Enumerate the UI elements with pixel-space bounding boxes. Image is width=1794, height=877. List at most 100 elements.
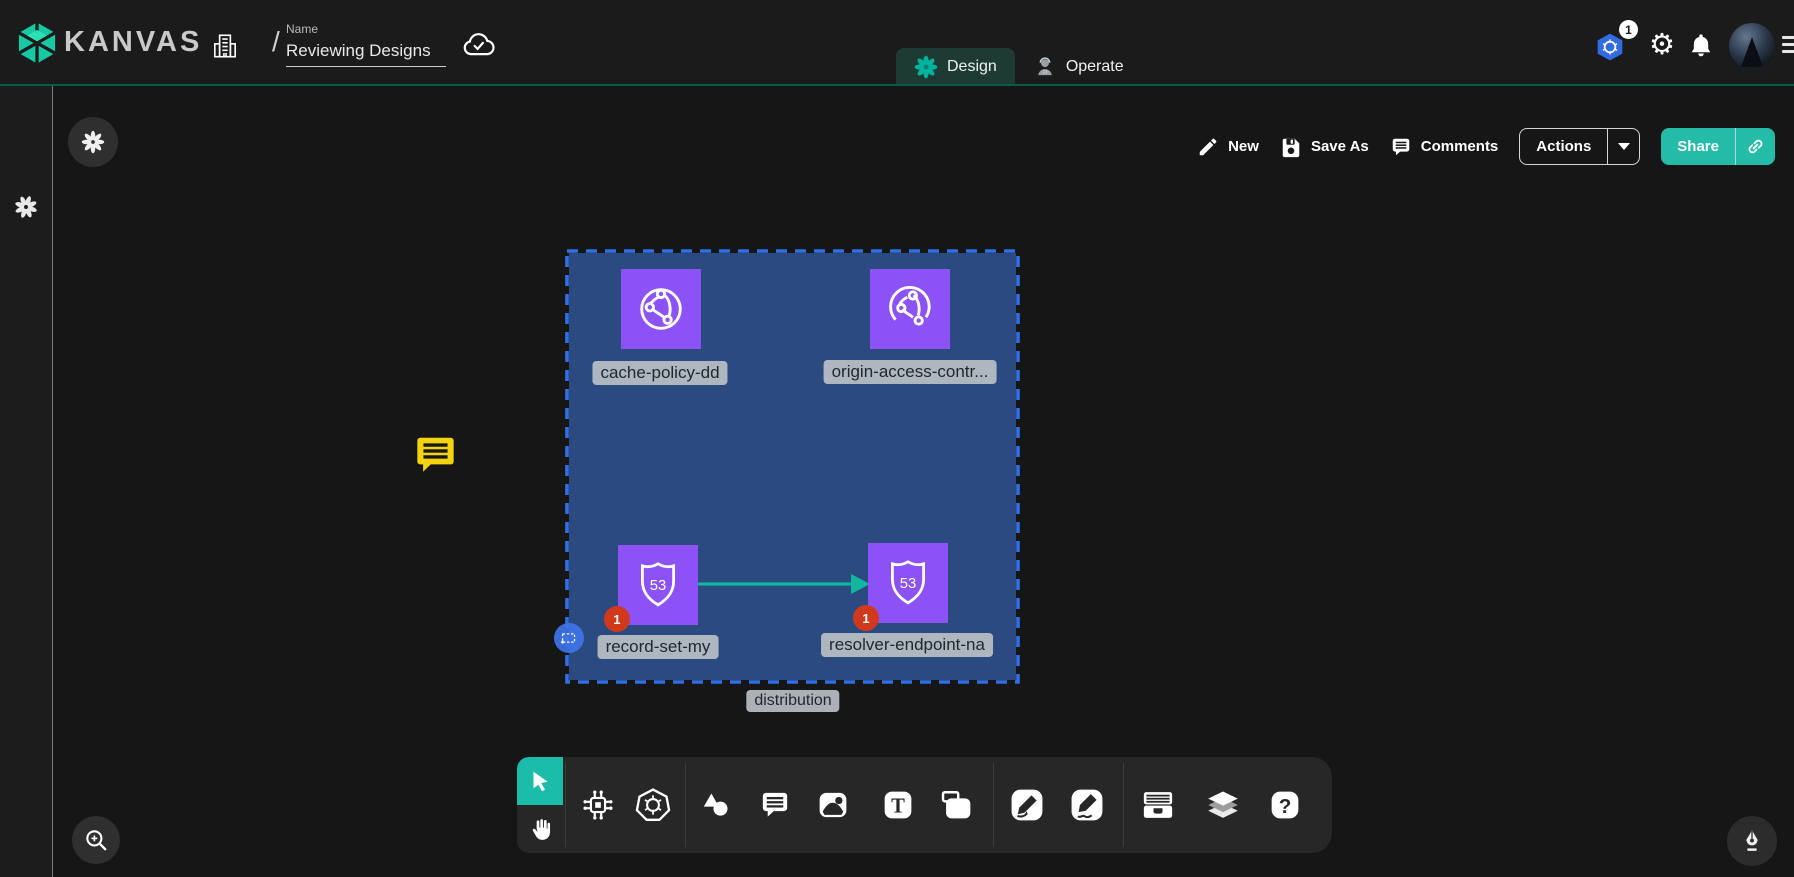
- header-accent-line: [0, 84, 1794, 86]
- dock-divider: [565, 763, 566, 847]
- svg-text:53: 53: [900, 576, 917, 592]
- marquee-select-icon: [558, 627, 580, 649]
- tool-kubernetes[interactable]: [633, 785, 673, 825]
- toolbox-button[interactable]: [68, 117, 118, 167]
- node-label-origin-access[interactable]: origin-access-contr...: [824, 360, 997, 384]
- error-badge-resolver-endpoint[interactable]: 1: [853, 605, 879, 631]
- notifications-bell-icon[interactable]: [1686, 31, 1716, 61]
- cursor-arrow-icon: [527, 768, 553, 794]
- pencil-scribble-icon: [1069, 787, 1105, 823]
- comment-bubble-icon: [1390, 136, 1412, 158]
- drawer-archive-icon: [1140, 787, 1176, 823]
- question-mark-icon: ?: [1268, 788, 1302, 822]
- image-icon: [816, 788, 850, 822]
- route53-shield-icon: 53: [632, 559, 684, 611]
- actions-split-button[interactable]: Actions: [1519, 128, 1640, 165]
- kanvas-app: KANVAS / Name: [0, 0, 1794, 877]
- node-record-set[interactable]: 53: [618, 545, 698, 625]
- design-name-field: Name: [286, 22, 448, 67]
- dock-divider: [993, 763, 994, 847]
- text-icon: T: [881, 788, 915, 822]
- new-label: New: [1228, 138, 1259, 155]
- mode-tabs: Design Operate: [896, 48, 1142, 86]
- tool-drawer[interactable]: [1138, 785, 1178, 825]
- comment-bubble-icon: [758, 788, 792, 822]
- actions-button[interactable]: Actions: [1520, 129, 1607, 164]
- tool-freehand-pencil[interactable]: [1067, 785, 1107, 825]
- canvas-action-bar: New Save As Comments Actions Sh: [1197, 128, 1775, 165]
- node-origin-access-control[interactable]: [870, 269, 950, 349]
- kubernetes-context-icon[interactable]: [1595, 32, 1625, 62]
- left-sidebar: [0, 86, 53, 877]
- tool-components[interactable]: [578, 785, 618, 825]
- tab-operate[interactable]: Operate: [1015, 48, 1142, 86]
- cloudfront-globe-icon: [634, 282, 688, 336]
- app-header: KANVAS / Name: [0, 0, 1794, 86]
- save-as-label: Save As: [1311, 138, 1369, 155]
- shapes-icon: [698, 788, 732, 822]
- tool-help[interactable]: ?: [1265, 785, 1305, 825]
- meshery-spiral-icon[interactable]: [13, 194, 39, 220]
- edge-record-set-to-resolver[interactable]: [697, 569, 872, 599]
- svg-text:T: T: [891, 796, 905, 818]
- cloud-saved-icon: [460, 28, 498, 60]
- save-as-button[interactable]: Save As: [1280, 136, 1369, 158]
- whiteboard-pen-button[interactable]: [1727, 816, 1777, 866]
- tool-text[interactable]: T: [878, 785, 918, 825]
- copy-link-button[interactable]: [1735, 128, 1775, 165]
- node-resolver-endpoint[interactable]: 53: [868, 543, 948, 623]
- organization-icon[interactable]: [210, 31, 240, 61]
- group-label-distribution[interactable]: distribution: [746, 690, 839, 712]
- circuit-chip-icon: [580, 787, 616, 823]
- flower-asterisk-icon: [80, 129, 106, 155]
- kanvas-logo-icon[interactable]: [14, 20, 60, 66]
- operator-icon: [1033, 55, 1057, 79]
- tool-select[interactable]: [517, 757, 563, 805]
- error-badge-record-set[interactable]: 1: [604, 606, 630, 632]
- caret-down-icon: [1618, 143, 1630, 150]
- design-name-label: Name: [286, 22, 448, 36]
- tool-shapes[interactable]: [695, 785, 735, 825]
- zoom-in-button[interactable]: [72, 816, 120, 864]
- node-cache-policy[interactable]: [621, 269, 701, 349]
- share-button[interactable]: Share: [1661, 128, 1735, 165]
- pencil-icon: [1197, 136, 1219, 158]
- actions-dropdown-toggle[interactable]: [1607, 129, 1639, 164]
- design-name-input[interactable]: [286, 39, 446, 67]
- node-label-cache-policy[interactable]: cache-policy-dd: [592, 361, 727, 385]
- tab-design[interactable]: Design: [896, 48, 1015, 86]
- canvas-comment-marker-icon[interactable]: [413, 430, 458, 476]
- svg-text:53: 53: [650, 578, 667, 594]
- avatar-figure: [1741, 37, 1763, 67]
- dock-divider: [685, 763, 686, 847]
- magnifier-plus-icon: [83, 827, 109, 853]
- link-icon: [1745, 136, 1766, 157]
- node-label-resolver-endpoint[interactable]: resolver-endpoint-na: [821, 633, 993, 657]
- layers-icon: [1205, 787, 1241, 823]
- dock-divider: [1123, 763, 1124, 847]
- share-split-button[interactable]: Share: [1661, 128, 1775, 165]
- tool-image[interactable]: [813, 785, 853, 825]
- tool-edge-pen[interactable]: [1007, 785, 1047, 825]
- tool-layers[interactable]: [1203, 785, 1243, 825]
- breadcrumb-separator: /: [272, 26, 280, 58]
- kubernetes-wheel-icon: [635, 787, 671, 823]
- comments-label: Comments: [1421, 138, 1499, 155]
- tool-pan[interactable]: [517, 805, 563, 853]
- user-avatar[interactable]: [1729, 23, 1775, 69]
- tool-comment[interactable]: [755, 785, 795, 825]
- new-button[interactable]: New: [1197, 136, 1259, 158]
- group-select-handle[interactable]: [554, 623, 584, 653]
- hamburger-menu-icon[interactable]: [1782, 36, 1794, 57]
- pen-nib-icon: [1739, 828, 1765, 854]
- cloudfront-globe-icon: [883, 282, 937, 336]
- tool-frame[interactable]: [937, 785, 977, 825]
- design-flower-icon: [914, 55, 938, 79]
- comments-button[interactable]: Comments: [1390, 136, 1499, 158]
- settings-gear-icon[interactable]: ⚙: [1646, 29, 1678, 61]
- hand-icon: [527, 816, 554, 843]
- node-label-record-set[interactable]: record-set-my: [598, 635, 719, 659]
- tab-operate-label: Operate: [1066, 58, 1124, 76]
- tab-design-label: Design: [947, 58, 997, 76]
- bottom-toolbar: T: [517, 757, 1332, 853]
